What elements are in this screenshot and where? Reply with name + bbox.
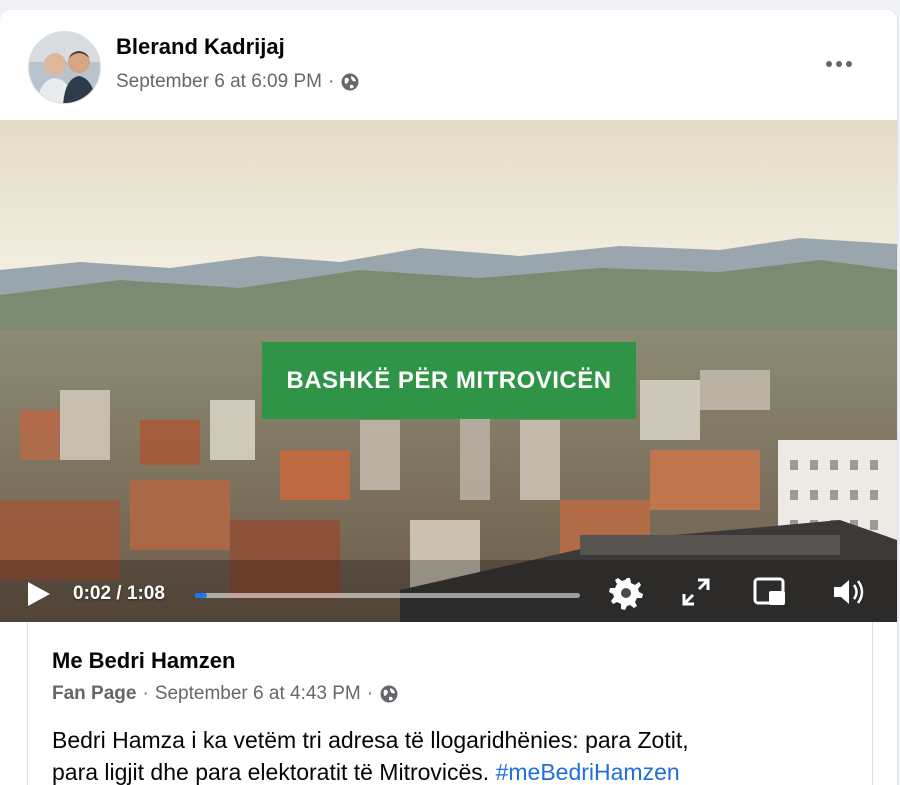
text-line-2: para ligjit dhe para elektoratit të Mitr… xyxy=(52,759,490,785)
video-player[interactable]: BASHKË PËR MITROVICËN 0:02 / 1:08 xyxy=(0,120,897,622)
hashtag-link[interactable]: #meBedriHamzen xyxy=(496,759,680,785)
meta-separator: · xyxy=(142,683,149,704)
post-meta: September 6 at 6:09 PM · xyxy=(116,71,360,93)
video-time: 0:02 / 1:08 xyxy=(73,583,165,604)
shared-timestamp[interactable]: September 6 at 4:43 PM xyxy=(155,683,361,705)
post-timestamp[interactable]: September 6 at 6:09 PM xyxy=(116,71,322,93)
meta-separator: · xyxy=(327,71,335,92)
video-title-banner: BASHKË PËR MITROVICËN xyxy=(262,342,636,419)
video-controls: 0:02 / 1:08 xyxy=(0,560,897,620)
shared-post-preview[interactable]: Me Bedri Hamzen Fan Page · September 6 a… xyxy=(27,622,873,785)
meta-separator: · xyxy=(366,683,374,704)
shared-post-text: Bedri Hamza i ka vetëm tri adresa të llo… xyxy=(52,724,852,785)
post-card: Blerand Kadrijaj September 6 at 6:09 PM … xyxy=(0,10,897,785)
video-progress-fill xyxy=(195,593,207,598)
settings-gear-icon[interactable] xyxy=(609,574,645,610)
shared-post-meta: Fan Page · September 6 at 4:43 PM · xyxy=(52,683,399,705)
page-type-label: Fan Page xyxy=(52,683,137,704)
video-progress-bar[interactable] xyxy=(195,593,580,598)
picture-in-picture-icon[interactable] xyxy=(752,574,788,610)
more-options-icon[interactable] xyxy=(819,50,859,78)
play-icon[interactable] xyxy=(26,580,52,608)
text-line-1: Bedri Hamza i ka vetëm tri adresa të llo… xyxy=(52,727,689,753)
volume-icon[interactable] xyxy=(830,574,866,610)
shared-page-name[interactable]: Me Bedri Hamzen xyxy=(52,648,235,674)
post-header: Blerand Kadrijaj September 6 at 6:09 PM … xyxy=(0,10,897,120)
post-author-name[interactable]: Blerand Kadrijaj xyxy=(116,34,285,60)
globe-icon[interactable] xyxy=(340,72,360,92)
avatar[interactable] xyxy=(28,31,101,104)
globe-icon xyxy=(380,685,398,703)
fullscreen-icon[interactable] xyxy=(678,574,714,610)
